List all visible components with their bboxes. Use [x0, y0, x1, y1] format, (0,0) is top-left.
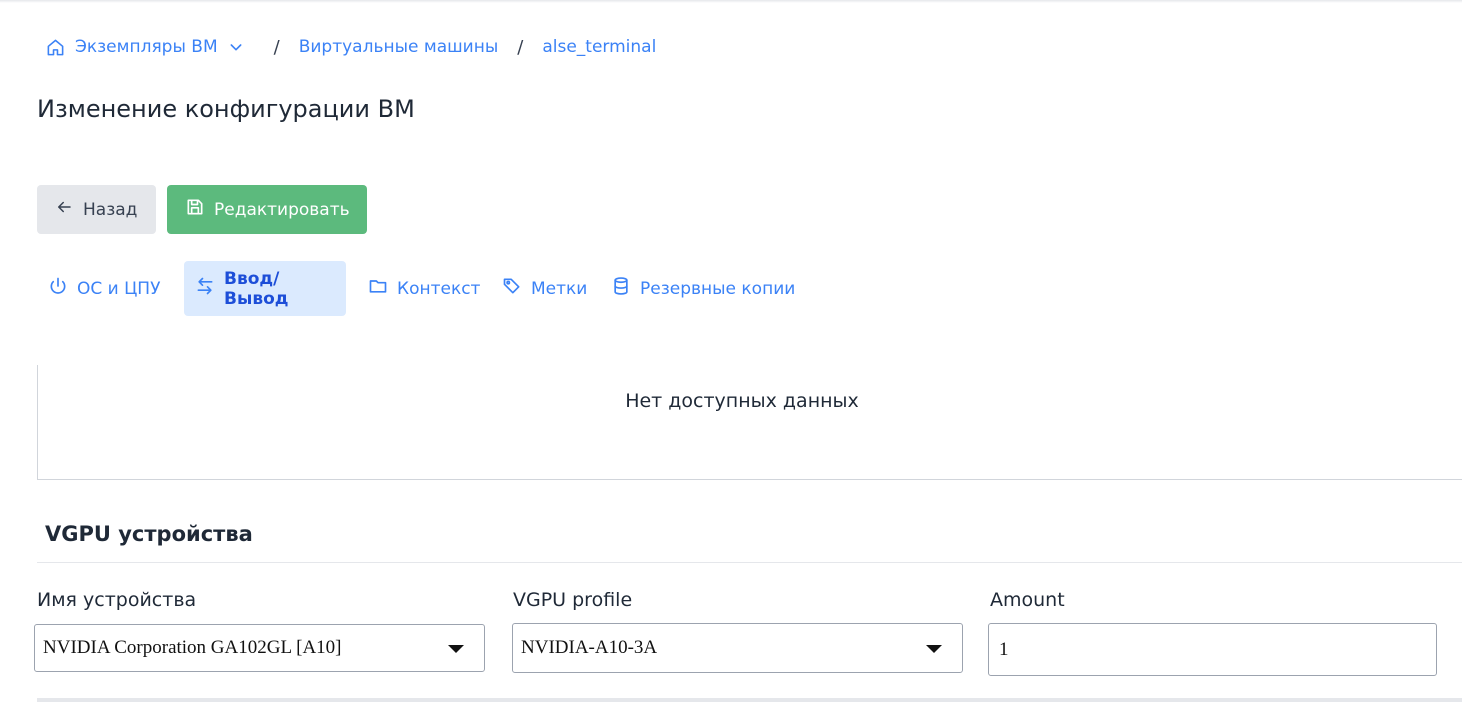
- section-divider: [37, 562, 1462, 563]
- breadcrumb-separator: /: [517, 36, 524, 58]
- caret-down-icon: [926, 645, 942, 653]
- tab-label: Метки: [531, 278, 588, 299]
- vgpu-profile-select[interactable]: NVIDIA-A10-3A: [512, 623, 963, 673]
- breadcrumb-label: Экземпляры ВМ: [75, 37, 218, 57]
- bottom-divider: [37, 698, 1462, 702]
- amount-input[interactable]: 1: [988, 623, 1437, 676]
- breadcrumb-item-current-vm[interactable]: alse_terminal: [542, 37, 656, 57]
- arrows-left-right-icon: [195, 276, 224, 301]
- back-button[interactable]: Назад: [37, 185, 156, 234]
- edit-button[interactable]: Редактировать: [167, 185, 367, 234]
- chevron-down-icon[interactable]: [228, 39, 244, 55]
- tags-icon: [502, 276, 531, 301]
- tab-tags[interactable]: Метки: [491, 261, 600, 316]
- folder-icon: [368, 276, 397, 301]
- vgpu-profile-label: VGPU profile: [513, 589, 633, 611]
- device-name-select[interactable]: NVIDIA Corporation GA102GL [A10]: [34, 624, 485, 672]
- breadcrumb-item-vm-instances[interactable]: Экземпляры ВМ: [46, 37, 244, 57]
- caret-down-icon: [448, 645, 464, 653]
- empty-state-text: Нет доступных данных: [625, 390, 859, 412]
- tab-os-cpu[interactable]: ОС и ЦПУ: [37, 261, 173, 316]
- save-icon: [185, 197, 214, 222]
- tab-input-output[interactable]: Ввод/Вывод: [184, 261, 346, 316]
- home-icon: [46, 38, 65, 57]
- database-icon: [611, 276, 640, 301]
- breadcrumb: Экземпляры ВМ / Виртуальные машины / als…: [46, 36, 656, 58]
- amount-value: 1: [999, 638, 1009, 660]
- back-button-label: Назад: [83, 199, 138, 220]
- top-shadow: [0, 0, 1462, 3]
- power-icon: [48, 276, 77, 301]
- tab-backups[interactable]: Резервные копии: [600, 261, 806, 316]
- edit-button-label: Редактировать: [214, 199, 350, 220]
- io-table-panel: [37, 365, 1462, 480]
- device-name-value: NVIDIA Corporation GA102GL [A10]: [43, 637, 342, 658]
- tab-label: Контекст: [397, 278, 481, 299]
- page-title: Изменение конфигурации ВМ: [37, 95, 415, 123]
- device-name-label: Имя устройства: [37, 589, 197, 611]
- config-tabs: ОС и ЦПУ Ввод/Вывод Контекст Метки Резер…: [37, 261, 806, 316]
- vgpu-section-title: VGPU устройства: [45, 522, 253, 546]
- breadcrumb-item-virtual-machines[interactable]: Виртуальные машины: [299, 37, 499, 57]
- tab-label: ОС и ЦПУ: [77, 278, 161, 299]
- arrow-left-icon: [55, 198, 83, 221]
- tab-label: Резервные копии: [640, 278, 796, 299]
- vgpu-profile-value: NVIDIA-A10-3A: [521, 637, 658, 658]
- tab-context[interactable]: Контекст: [357, 261, 491, 316]
- amount-label: Amount: [990, 589, 1065, 611]
- tab-label: Ввод/Вывод: [224, 268, 289, 309]
- breadcrumb-separator: /: [273, 36, 280, 58]
